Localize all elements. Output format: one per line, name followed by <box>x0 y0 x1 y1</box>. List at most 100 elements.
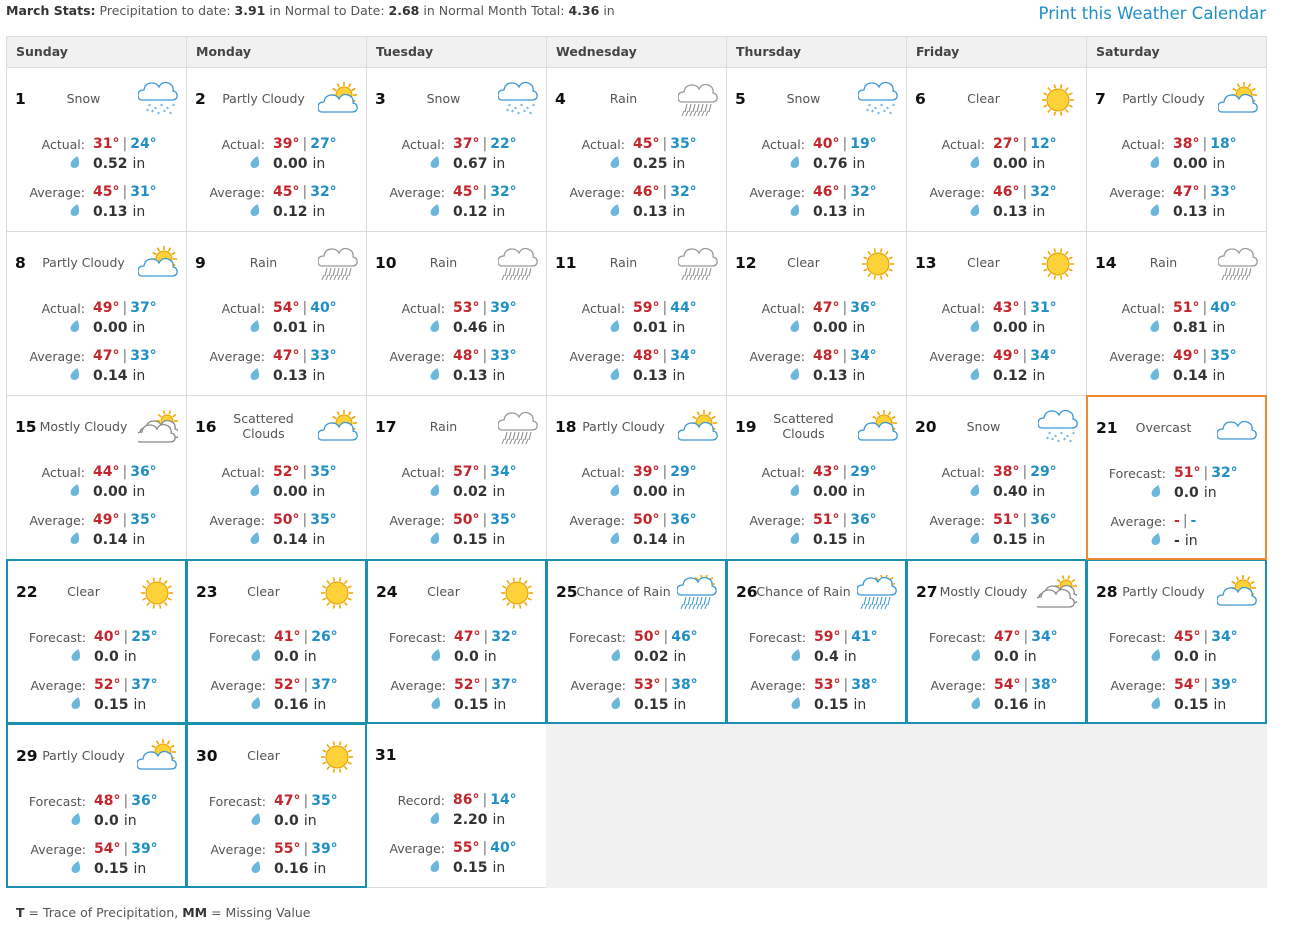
average-temps: 54° | 39° <box>94 841 158 857</box>
avg-high-temp: 50° <box>633 512 660 528</box>
day-cell[interactable]: 31 Record: 86° | 14° 2.20 in Average: 55° | 40° 0.1… <box>366 723 547 888</box>
precip-unit: in <box>672 204 686 220</box>
day-cell[interactable]: 24 Clear Forecast: 47° | 32° 0.0 in Average: 52° |… <box>366 559 547 724</box>
day-cell[interactable]: 8 Partly Cloudy Actual: 49° | 37° 0.00 in Averag… <box>6 231 187 396</box>
condition-label: Chance of Rain <box>576 583 671 599</box>
temp-row-label: Actual: <box>761 137 805 152</box>
day-cell[interactable]: 29 Partly Cloudy Forecast: 48° | 36° 0.0 in Aver… <box>6 723 187 888</box>
precip-unit: in <box>132 532 146 548</box>
day-cell[interactable]: 25 Chance of Rain Forecast: 50° | 46° 0.02 in Av… <box>546 559 727 724</box>
low-temp: 29° <box>670 464 697 480</box>
stats-month-label: in Normal Month Total: <box>423 3 565 18</box>
precip-value: 0.16 <box>994 697 1029 713</box>
average-temps: 52° | 37° <box>454 677 518 693</box>
raindrop-icon <box>249 483 273 501</box>
day-cell[interactable]: 26 Chance of Rain Forecast: 59° | 41° 0.4 in Ave… <box>726 559 907 724</box>
low-temp: 29° <box>1030 464 1057 480</box>
raindrop-icon <box>1149 367 1173 385</box>
temp-separator: | <box>302 184 308 200</box>
day-cell[interactable]: 11 Rain Actual: 59° | 44° 0.01 in Average: 48° | 34… <box>546 231 727 396</box>
avg-high-temp: 55° <box>453 840 480 856</box>
precip-value: 0.40 <box>993 484 1028 500</box>
primary-precip: 0.0 in <box>1150 484 1217 502</box>
day-cell[interactable]: 12 Clear Actual: 47° | 36° 0.00 in Average: 48° | 3… <box>726 231 907 396</box>
precip-value: 0.02 <box>634 649 669 665</box>
day-cell[interactable]: 3 Snow * * * * * * * * * * Actual: 37° | 22° 0.67 in Avera… <box>366 67 547 232</box>
primary-temps: 50° | 46° <box>634 629 698 645</box>
primary-precip: 0.52 in <box>69 155 145 173</box>
raindrop-icon <box>609 319 633 337</box>
day-cell[interactable]: 4 Rain Actual: 45° | 35° 0.25 in Average: 46° | 32°… <box>546 67 727 232</box>
condition-label: Snow <box>786 90 821 106</box>
average-precip: 0.12 in <box>249 203 325 221</box>
condition-label: Rain <box>429 254 458 270</box>
average-temps: 50° | 36° <box>633 512 697 528</box>
day-cell[interactable]: 17 Rain Actual: 57° | 34° 0.02 in Average: 50° | 35… <box>366 395 547 560</box>
day-number: 11 <box>555 254 577 272</box>
primary-precip: 0.00 in <box>1149 155 1225 173</box>
day-cell[interactable]: 28 Partly Cloudy Forecast: 45° | 34° 0.0 in Aver… <box>1086 559 1267 724</box>
avg-high-temp: 54° <box>94 841 121 857</box>
primary-temps: 47° | 34° <box>994 629 1058 645</box>
precip-unit: in <box>133 861 147 877</box>
raindrop-icon <box>70 860 94 878</box>
precip-unit: in <box>672 368 686 384</box>
low-temp: 36° <box>850 300 877 316</box>
day-cell[interactable]: 22 Clear Forecast: 40° | 25° 0.0 in Average: 52° |… <box>6 559 187 724</box>
high-temp: 41° <box>274 629 301 645</box>
average-precip: 0.15 in <box>70 860 146 878</box>
precip-unit: in <box>492 204 506 220</box>
snow-icon: * * * * * * * * * * <box>857 81 898 118</box>
primary-precip: 2.20 in <box>429 811 505 829</box>
precip-unit: in <box>303 649 317 665</box>
average-precip: 0.15 in <box>1150 696 1226 714</box>
day-cell[interactable]: 15 Mostly Cloudy Actual: 44° | 36° 0.00 in Avera… <box>6 395 187 560</box>
raindrop-icon <box>790 696 814 714</box>
average-temps: 51° | 36° <box>813 512 877 528</box>
day-number: 28 <box>1096 583 1118 601</box>
primary-precip: 0.81 in <box>1149 319 1225 337</box>
high-temp: 37° <box>453 136 480 152</box>
precip-unit: in <box>493 697 507 713</box>
precip-unit: in <box>852 368 866 384</box>
primary-temps: 45° | 34° <box>1174 629 1238 645</box>
day-cell[interactable]: 27 Mostly Cloudy Forecast: 47° | 34° 0.0 in Aver… <box>906 559 1087 724</box>
primary-precip: 0.00 in <box>249 155 325 173</box>
svg-text:*: * <box>1072 431 1075 438</box>
mostly-cloudy-icon <box>135 410 180 446</box>
average-precip: 0.16 in <box>250 860 326 878</box>
stats-month-unit: in <box>603 3 615 18</box>
day-cell[interactable]: 5 Snow * * * * * * * * * * Actual: 40° | 19° 0.76 in Avera… <box>726 67 907 232</box>
day-cell[interactable]: 30 Clear Forecast: 47° | 35° 0.0 in Average: 55° |… <box>186 723 367 888</box>
day-cell[interactable]: 7 Partly Cloudy Actual: 38° | 18° 0.00 in Averag… <box>1086 67 1267 232</box>
temp-separator: | <box>1202 348 1208 364</box>
temp-row-label: Average: <box>1109 185 1165 200</box>
day-cell[interactable]: 6 Clear Actual: 27° | 12° 0.00 in Average: 46° | 32… <box>906 67 1087 232</box>
high-temp: 59° <box>814 629 841 645</box>
high-temp: 38° <box>1173 136 1200 152</box>
day-cell[interactable]: 10 Rain Actual: 53° | 39° 0.46 in Average: 48° | 33… <box>366 231 547 396</box>
precip-unit: in <box>132 484 146 500</box>
day-cell[interactable]: 19 Scattered Clouds Actual: 43° | 29° 0.00 in Av… <box>726 395 907 560</box>
day-cell[interactable]: 1 Snow * * * * * * * * * * Actual: 31° | 24° 0.52 in Avera… <box>6 67 187 232</box>
temp-row-label: Average: <box>389 185 445 200</box>
precip-value: 0.15 <box>993 532 1028 548</box>
day-cell[interactable]: 23 Clear Forecast: 41° | 26° 0.0 in Average: 52° |… <box>186 559 367 724</box>
condition-label: Rain <box>609 90 638 106</box>
day-cell[interactable]: 14 Rain Actual: 51° | 40° 0.81 in Average: 49° | 35… <box>1086 231 1267 396</box>
low-temp: 12° <box>1030 136 1057 152</box>
svg-text:*: * <box>517 111 520 118</box>
svg-text:*: * <box>877 111 880 118</box>
day-cell[interactable]: 13 Clear Actual: 43° | 31° 0.00 in Average: 49° | 3… <box>906 231 1087 396</box>
temp-row-label: Average: <box>929 349 985 364</box>
day-cell[interactable]: 21 Overcast Forecast: 51° | 32° 0.0 in Average: -… <box>1086 395 1267 560</box>
day-cell[interactable]: 16 Scattered Clouds Actual: 52° | 35° 0.00 in Av… <box>186 395 367 560</box>
low-temp: 29° <box>850 464 877 480</box>
day-cell[interactable]: 2 Partly Cloudy Actual: 39° | 27° 0.00 in Averag… <box>186 67 367 232</box>
day-cell[interactable]: 20 Snow * * * * * * * * * * Actual: 38° | 29° 0.40 in Aver… <box>906 395 1087 560</box>
day-cell[interactable]: 18 Partly Cloudy Actual: 39° | 29° 0.00 in Avera… <box>546 395 727 560</box>
low-temp: 26° <box>311 629 338 645</box>
print-calendar-link[interactable]: Print this Weather Calendar <box>1039 4 1266 23</box>
day-cell[interactable]: 9 Rain Actual: 54° | 40° 0.01 in Average: 47° | 33°… <box>186 231 367 396</box>
temp-row-label: Actual: <box>1121 301 1165 316</box>
